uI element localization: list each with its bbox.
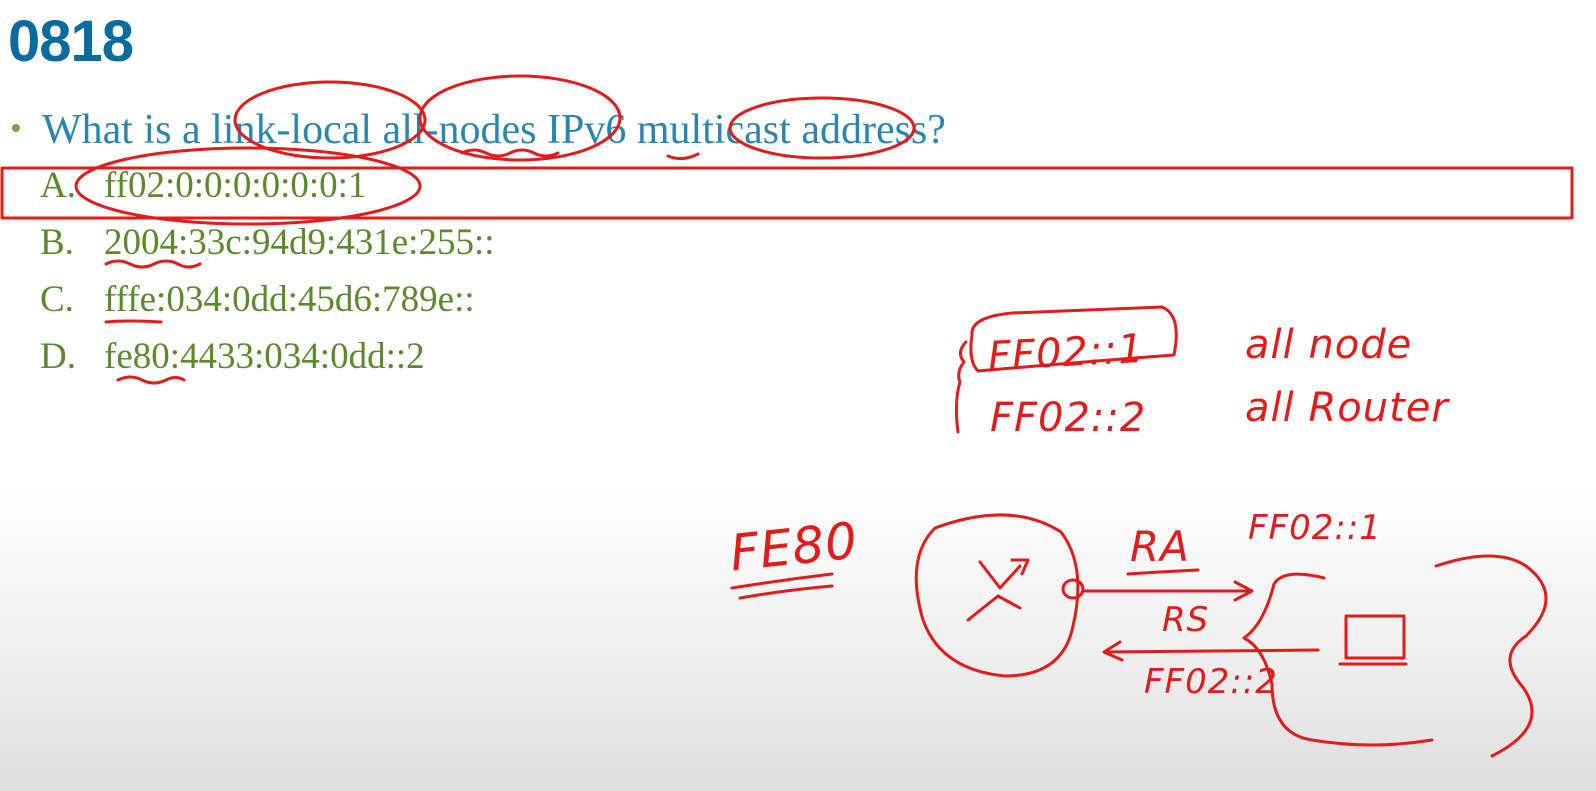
option-text: fe80:4433:034:0dd::2 <box>104 336 425 377</box>
option-text: fffe:034:0dd:45d6:789e:: <box>104 279 475 320</box>
option-b[interactable]: B. 2004:33c:94d9:431e:255:: <box>40 219 495 276</box>
router-arrows <box>966 558 1030 622</box>
ink-all-node: all node <box>1245 322 1413 368</box>
option-letter: A. <box>40 165 76 206</box>
option-c[interactable]: C. fffe:034:0dd:45d6:789e:: <box>40 276 495 333</box>
answer-options: A. ff02:0:0:0:0:0:0:1 B. 2004:33c:94d9:431… <box>40 162 495 390</box>
router-circle <box>914 513 1080 678</box>
router-port <box>1061 578 1085 600</box>
ink-ra-address: FF02::1 <box>1248 508 1382 548</box>
option-d[interactable]: D. fe80:4433:034:0dd::2 <box>40 333 495 390</box>
ink-rs-address: FF02::2 <box>1144 662 1278 702</box>
option-letter: C. <box>40 279 74 320</box>
option-a[interactable]: A. ff02:0:0:0:0:0:0:1 <box>40 162 495 219</box>
slide-title: 0818 <box>8 9 134 74</box>
option-text: 2004:33c:94d9:431e:255:: <box>104 222 495 263</box>
question: • What is a link-local all-nodes IPv6 mul… <box>10 104 946 155</box>
question-text: What is a link-local all-nodes IPv6 mult… <box>42 107 946 153</box>
host-brace <box>1242 572 1434 747</box>
host-icon <box>1344 614 1406 660</box>
bullet-icon: • <box>10 110 22 147</box>
ra-arrow <box>1082 580 1254 602</box>
ink-ff02-2: FF02::2 <box>990 395 1147 441</box>
ink-all-router: all Router <box>1245 385 1449 431</box>
option-text: ff02:0:0:0:0:0:0:1 <box>104 165 367 206</box>
option-letter: D. <box>40 336 76 377</box>
rs-arrow <box>1102 640 1320 662</box>
segment-brace <box>1434 554 1548 758</box>
ink-ra: RA <box>1130 522 1190 571</box>
ink-ff02-1: FF02::1 <box>986 325 1146 381</box>
brace-left <box>954 340 968 434</box>
option-letter: B. <box>40 222 74 263</box>
ink-rs: RS <box>1162 600 1210 640</box>
ink-fe80: FE80 <box>727 511 861 583</box>
